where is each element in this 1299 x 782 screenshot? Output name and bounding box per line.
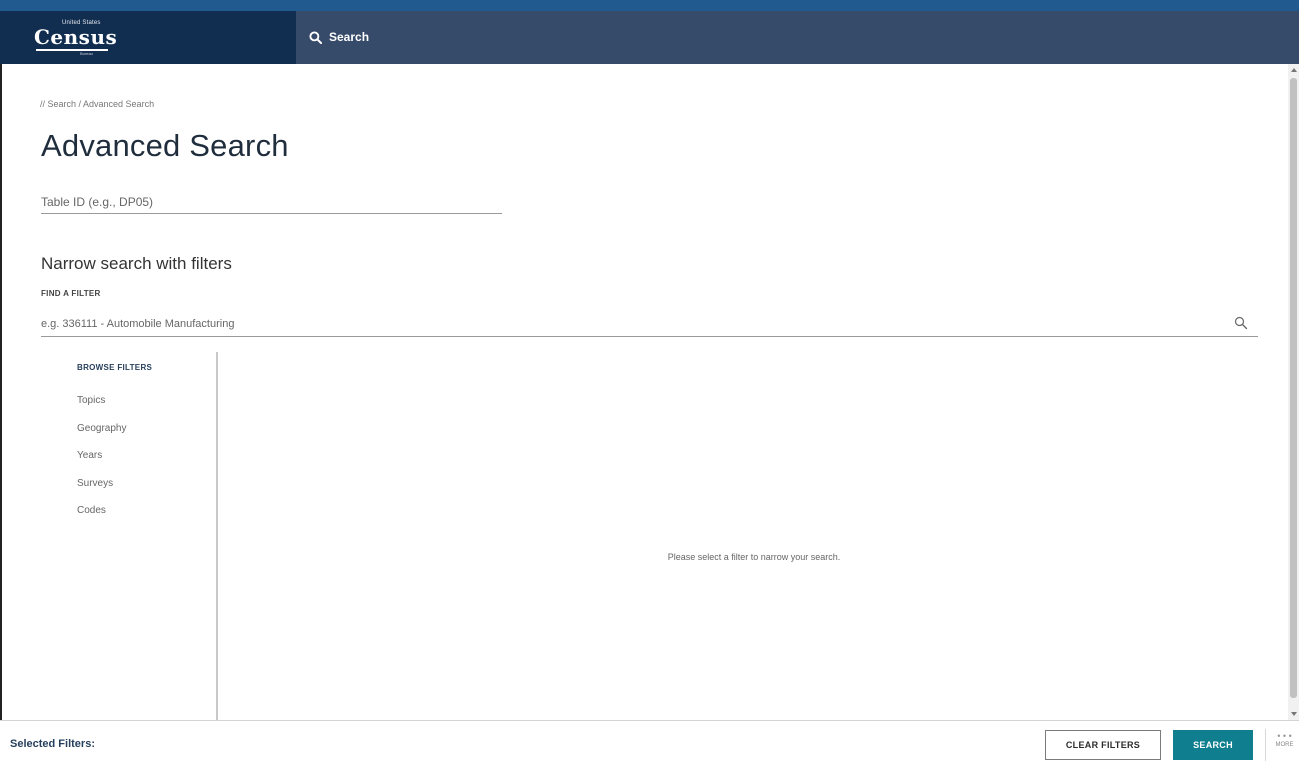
- page-scrollbar[interactable]: [1288, 64, 1299, 720]
- logo-area: United States Census Bureau: [0, 11, 296, 64]
- search-icon[interactable]: [1234, 316, 1248, 330]
- browse-item-surveys[interactable]: Surveys: [77, 478, 113, 489]
- page-title: Advanced Search: [41, 128, 289, 163]
- browse-item-topics[interactable]: Topics: [77, 395, 105, 406]
- clear-filters-button[interactable]: CLEAR FILTERS: [1045, 730, 1161, 760]
- browse-filters-panel: BROWSE FILTERS Topics Geography Years Su…: [41, 352, 218, 720]
- table-id-input[interactable]: [41, 190, 502, 214]
- footer-divider: [1265, 729, 1266, 761]
- find-filter-input[interactable]: [41, 311, 1258, 337]
- header-search-label: Search: [329, 30, 370, 44]
- search-icon: [309, 30, 322, 44]
- scroll-up-arrow-icon[interactable]: [1291, 68, 1297, 72]
- browse-item-years[interactable]: Years: [77, 450, 102, 461]
- header-search-link[interactable]: Search: [309, 27, 369, 47]
- search-button[interactable]: SEARCH: [1173, 730, 1253, 760]
- site-header: United States Census Bureau Search: [0, 11, 1299, 64]
- more-button[interactable]: • • • MORE: [1270, 731, 1299, 761]
- browse-item-codes[interactable]: Codes: [77, 505, 106, 516]
- logo-underline: [36, 49, 108, 51]
- more-dots-icon: • • •: [1277, 731, 1292, 741]
- scroll-thumb[interactable]: [1290, 78, 1297, 698]
- logo-subscript: Bureau: [80, 51, 93, 56]
- breadcrumb[interactable]: // Search / Advanced Search: [40, 99, 154, 109]
- scroll-down-arrow-icon[interactable]: [1291, 712, 1297, 716]
- find-filter-label: FIND A FILTER: [41, 289, 101, 298]
- selected-filters-bar: Selected Filters: CLEAR FILTERS SEARCH •…: [0, 720, 1299, 782]
- top-accent-strip: [0, 0, 1299, 11]
- browse-filters-title: BROWSE FILTERS: [77, 363, 153, 372]
- census-logo[interactable]: United States Census Bureau: [34, 20, 118, 56]
- more-label: MORE: [1275, 742, 1294, 748]
- window-left-border: [0, 64, 2, 782]
- logo-wordmark: Census: [34, 25, 118, 49]
- browse-item-geography[interactable]: Geography: [77, 423, 126, 434]
- empty-state-message: Please select a filter to narrow your se…: [667, 552, 841, 562]
- narrow-search-heading: Narrow search with filters: [41, 254, 232, 273]
- selected-filters-label: Selected Filters:: [10, 738, 95, 750]
